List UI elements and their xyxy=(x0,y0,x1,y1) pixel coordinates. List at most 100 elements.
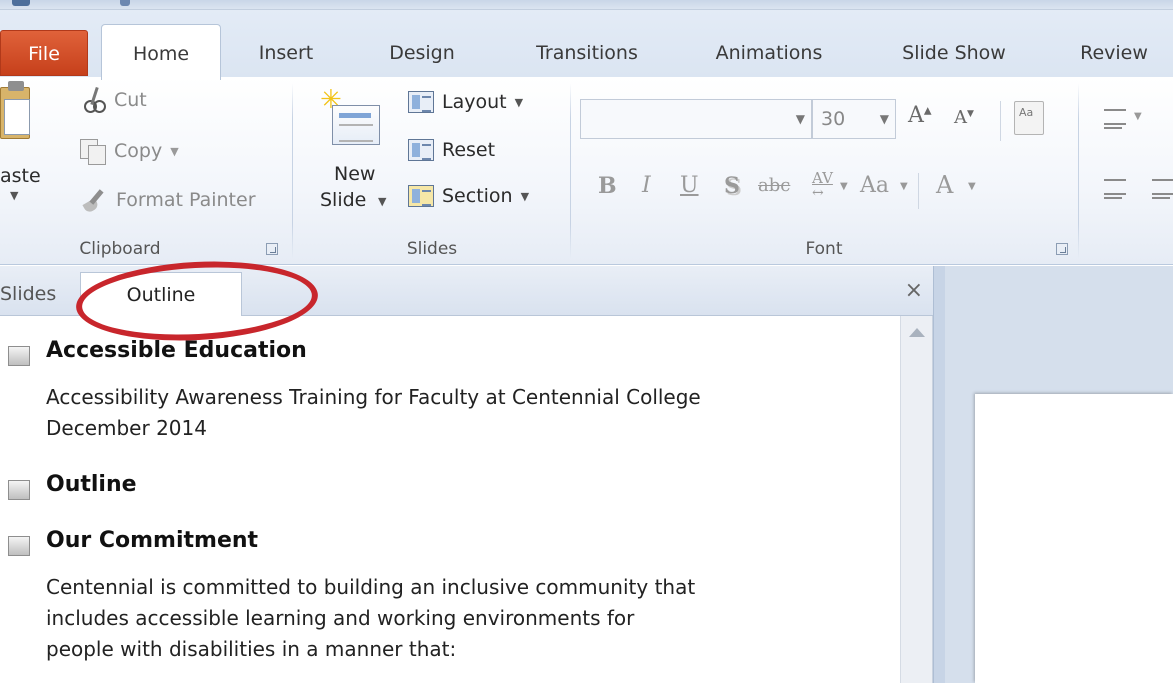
quick-access-icon[interactable] xyxy=(120,0,130,6)
title-bar xyxy=(0,0,1173,10)
bold-button[interactable]: B xyxy=(598,173,617,199)
scissors-icon xyxy=(84,86,106,113)
copy-button[interactable]: Copy ▼ xyxy=(80,139,179,165)
outline-slide[interactable]: Accessible Education Accessibility Aware… xyxy=(0,338,900,458)
strikethrough-button[interactable]: abc xyxy=(758,175,790,196)
tab-home[interactable]: Home xyxy=(101,24,221,80)
layout-icon xyxy=(408,91,434,113)
slide-title[interactable]: Outline xyxy=(46,472,137,497)
quick-access-icon[interactable] xyxy=(12,0,30,6)
dialog-launcher-icon[interactable] xyxy=(266,243,278,255)
font-name-combobox[interactable]: ▼ xyxy=(580,99,812,139)
close-icon[interactable]: × xyxy=(905,278,923,303)
slide-canvas[interactable] xyxy=(975,394,1173,683)
layout-label: Layout xyxy=(442,91,507,113)
paste-icon xyxy=(0,79,34,141)
clipboard-group-label: Clipboard xyxy=(79,239,161,259)
format-painter-button[interactable]: Format Painter xyxy=(82,187,256,213)
slides-group: ✳ New Slide ▼ Layout ▼ Reset Section ▼ S… xyxy=(296,77,568,265)
underline-button[interactable]: U xyxy=(680,173,699,198)
chevron-down-icon: ▼ xyxy=(514,95,524,109)
chevron-down-icon: ▼ xyxy=(900,181,908,192)
slide-icon[interactable] xyxy=(8,536,30,556)
align-center-icon[interactable] xyxy=(1152,177,1173,199)
slide-body[interactable]: Centennial is committed to building an i… xyxy=(46,572,695,665)
font-size-value: 30 xyxy=(821,108,846,130)
clear-formatting-icon[interactable]: Aa xyxy=(1014,101,1044,135)
text-shadow-button[interactable]: S xyxy=(724,173,740,199)
font-group: ▼ 30 ▼ A▲ A▼ Aa B I U S abc AV ↔ ▼ Aa ▼ A… xyxy=(574,77,1074,265)
outline-slide[interactable]: Our Commitment Centennial is committed t… xyxy=(0,528,900,683)
chevron-down-icon: ▼ xyxy=(1134,111,1142,122)
tab-design[interactable]: Design xyxy=(372,26,472,78)
tab-slide-show[interactable]: Slide Show xyxy=(884,26,1024,78)
font-divider xyxy=(918,173,919,209)
double-arrow-icon: ↔ xyxy=(812,185,824,201)
slide-title[interactable]: Accessible Education xyxy=(46,338,307,363)
new-slide-button[interactable]: ✳ New Slide ▼ xyxy=(310,77,402,217)
vertical-scrollbar[interactable] xyxy=(900,316,933,683)
slide-icon[interactable] xyxy=(8,346,30,366)
clipboard-group: aste ▼ Cut Copy ▼ Format Painter Clipboa… xyxy=(0,77,290,265)
ribbon: aste ▼ Cut Copy ▼ Format Painter Clipboa… xyxy=(0,77,1173,265)
font-group-label: Font xyxy=(805,239,843,259)
tab-slides[interactable]: Slides xyxy=(0,272,74,316)
grow-font-label: A xyxy=(908,103,924,128)
new-slide-label-line2: Slide xyxy=(320,189,367,211)
group-divider xyxy=(1078,83,1079,259)
slide-title[interactable]: Our Commitment xyxy=(46,528,258,553)
font-divider xyxy=(1000,101,1001,141)
chevron-down-icon: ▼ xyxy=(520,189,530,203)
shrink-font-button[interactable]: A▼ xyxy=(954,107,974,128)
paintbrush-icon xyxy=(82,187,108,213)
cut-button[interactable]: Cut xyxy=(84,86,147,113)
chevron-down-icon: ▼ xyxy=(10,189,19,202)
chevron-down-icon: ▼ xyxy=(840,181,848,192)
change-case-button[interactable]: Aa xyxy=(860,173,889,198)
paste-label: aste xyxy=(0,165,41,187)
section-icon xyxy=(408,185,434,207)
format-painter-label: Format Painter xyxy=(116,189,256,211)
tab-insert[interactable]: Insert xyxy=(246,26,326,78)
scroll-up-arrow-icon[interactable] xyxy=(909,328,925,337)
tab-animations[interactable]: Animations xyxy=(696,26,842,78)
font-color-button[interactable]: A xyxy=(936,171,953,199)
pane-splitter[interactable] xyxy=(933,266,945,683)
tab-transitions[interactable]: Transitions xyxy=(522,26,652,78)
section-button[interactable]: Section ▼ xyxy=(408,185,529,207)
group-divider xyxy=(570,83,571,259)
ribbon-tab-row: File Home Insert Design Transitions Anim… xyxy=(0,10,1173,80)
group-divider xyxy=(292,83,293,259)
copy-icon xyxy=(80,139,106,165)
character-spacing-button[interactable]: AV ↔ xyxy=(812,171,833,201)
outline-slide[interactable]: Outline xyxy=(0,472,900,512)
slides-group-label: Slides xyxy=(406,239,458,259)
chevron-down-icon: ▼ xyxy=(968,181,976,192)
chevron-down-icon: ▼ xyxy=(879,112,889,126)
outline-pane[interactable]: Accessible Education Accessibility Aware… xyxy=(0,316,900,683)
paragraph-group: ▼ xyxy=(1082,77,1173,265)
bullets-icon[interactable] xyxy=(1104,107,1126,129)
tab-review[interactable]: Review xyxy=(1064,26,1164,78)
layout-button[interactable]: Layout ▼ xyxy=(408,91,523,113)
new-slide-label: New xyxy=(334,163,376,185)
slide-body[interactable]: Accessibility Awareness Training for Fac… xyxy=(46,382,701,444)
dialog-launcher-icon[interactable] xyxy=(1056,243,1068,255)
cut-label: Cut xyxy=(114,89,147,111)
tab-file[interactable]: File xyxy=(0,30,88,76)
reset-button[interactable]: Reset xyxy=(408,139,495,161)
chevron-down-icon: ▼ xyxy=(170,144,179,158)
section-label: Section xyxy=(442,185,513,207)
align-left-icon[interactable] xyxy=(1104,177,1126,199)
reset-icon xyxy=(408,139,434,161)
reset-label: Reset xyxy=(442,139,496,161)
chevron-down-icon: ▼ xyxy=(378,195,387,208)
paste-button[interactable]: aste ▼ xyxy=(0,77,60,217)
font-size-combobox[interactable]: 30 ▼ xyxy=(812,99,896,139)
italic-button[interactable]: I xyxy=(642,173,651,198)
new-slide-icon: ✳ xyxy=(320,87,380,149)
grow-font-button[interactable]: A▲ xyxy=(908,103,932,128)
shrink-font-label: A xyxy=(954,107,967,128)
chevron-down-icon: ▼ xyxy=(795,112,805,126)
slide-icon[interactable] xyxy=(8,480,30,500)
